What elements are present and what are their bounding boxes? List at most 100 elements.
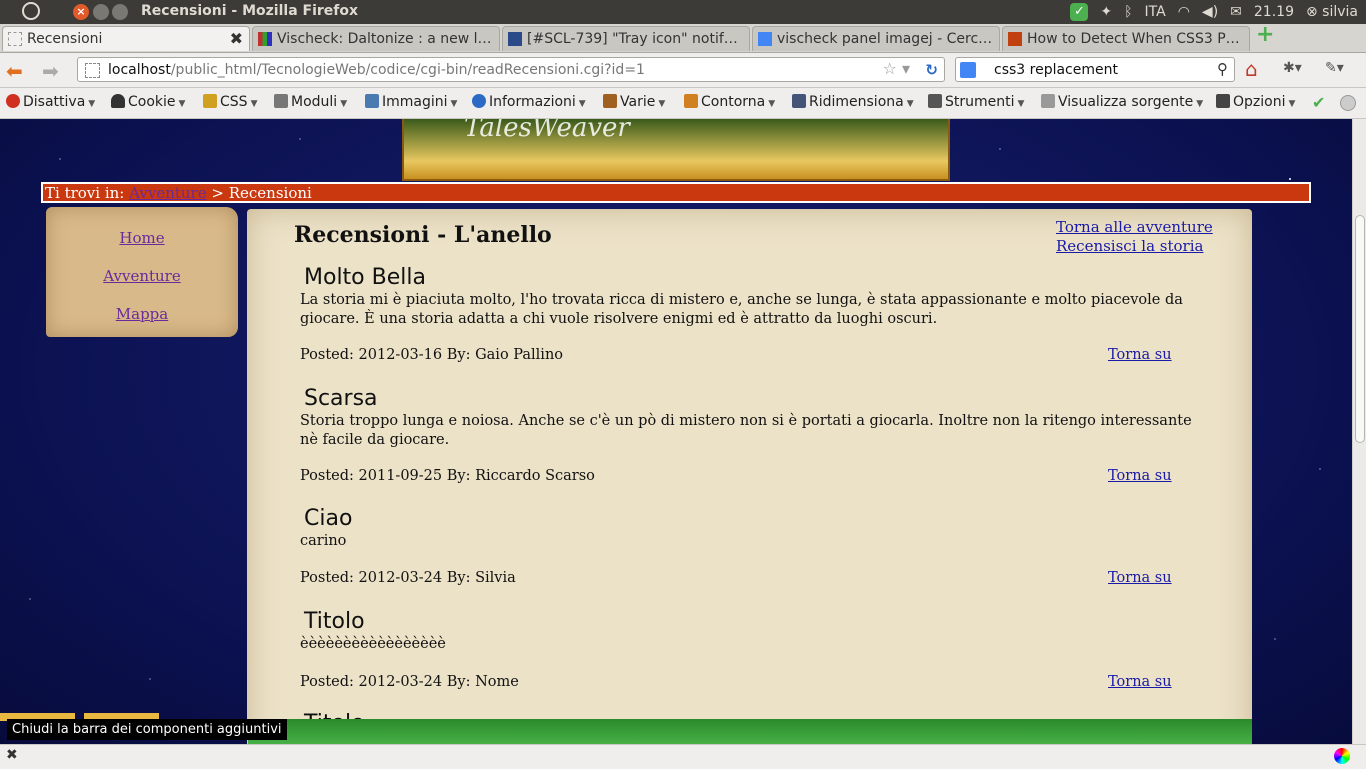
addon-bar: ✖ (0, 744, 1366, 769)
top-links: Torna alle avventure Recensisci la stori… (1056, 218, 1213, 256)
eyedropper-icon[interactable]: ✎▾ (1325, 60, 1344, 76)
ubuntu-logo-icon[interactable] (22, 2, 40, 20)
close-addon-bar-icon[interactable]: ✖ (6, 747, 18, 763)
color-wheel-icon[interactable] (1334, 748, 1350, 764)
vertical-scrollbar[interactable] (1352, 119, 1366, 744)
review-body: Storia troppo lunga e noiosa. Anche se c… (300, 413, 1192, 448)
back-to-adventures-link[interactable]: Torna alle avventure (1056, 218, 1213, 237)
bluetooth-icon[interactable]: ᛒ (1124, 4, 1132, 20)
home-icon[interactable]: ⌂ (1245, 57, 1258, 81)
back-arrow-icon[interactable]: ⬅ (6, 59, 23, 83)
chevron-down-icon: ▼ (1288, 99, 1296, 109)
wifi-icon[interactable]: ◠ (1178, 4, 1190, 20)
back-to-top-link[interactable]: Torna su (1108, 674, 1172, 690)
chevron-down-icon: ▼ (658, 99, 666, 109)
devbar-strumenti[interactable]: Strumenti ▼ (928, 94, 1024, 110)
navigation-bar: ⬅ ➡ localhost/public_html/TecnologieWeb/… (0, 53, 1366, 88)
nav-link-home[interactable]: Home (46, 229, 238, 247)
forward-arrow-icon[interactable]: ➡ (42, 59, 59, 83)
nav-link-avventure[interactable]: Avventure (46, 267, 238, 285)
devbar-opzioni[interactable]: Opzioni ▼ (1216, 94, 1295, 110)
reviews-panel: Recensioni - L'anello Torna alle avventu… (247, 209, 1252, 744)
status-dot-icon[interactable] (1340, 95, 1356, 111)
review-item: Molto Bella La storia mi è piaciuta molt… (300, 265, 1210, 363)
google-engine-icon[interactable] (960, 62, 976, 78)
review-title: Ciao (304, 506, 353, 531)
disable-icon (6, 94, 20, 108)
tab-scl-739[interactable]: [#SCL-739] "Tray icon" notif… (502, 26, 750, 51)
side-navigation: Home Avventure Mappa (46, 207, 238, 337)
checkmark-app-icon[interactable]: ✓ (1070, 3, 1089, 21)
scrollbar-thumb[interactable] (1355, 215, 1365, 443)
page-viewport: TalesWeaver Ti trovi in: Avventure > Rec… (0, 119, 1352, 744)
tab-recensioni[interactable]: Recensioni ✖ (2, 26, 250, 51)
back-to-top-link[interactable]: Torna su (1108, 570, 1172, 586)
mail-icon[interactable]: ✉ (1230, 4, 1242, 20)
devbar-css[interactable]: CSS ▼ (203, 94, 257, 110)
bookmark-star-icon[interactable]: ☆ ▾ (883, 59, 910, 78)
devbar-label: CSS (220, 94, 248, 110)
devbar-disattiva[interactable]: Disattiva ▼ (6, 94, 95, 110)
devbar-varie[interactable]: Varie ▼ (603, 94, 665, 110)
chevron-down-icon: ▼ (578, 99, 586, 109)
review-meta: Posted: 2011-09-25 By: Riccardo Scarso (300, 468, 595, 484)
search-bar[interactable]: css3 replacement ⚲ (955, 57, 1235, 82)
review-title: Molto Bella (304, 265, 426, 290)
dropbox-icon[interactable]: ✦ (1100, 4, 1112, 20)
review-title: Titolo (304, 609, 365, 634)
window-close-button[interactable]: × (73, 4, 89, 20)
devbar-ridimensiona[interactable]: Ridimensiona ▼ (792, 94, 914, 110)
window-minimize-button[interactable] (93, 4, 109, 20)
devbar-contorna[interactable]: Contorna ▼ (684, 94, 775, 110)
system-tray: ✓ ✦ ᛒ ITA ◠ ◀) ✉ 21.19 ⊗ silvia (1070, 3, 1358, 21)
devbar-visualizza-sorgente[interactable]: Visualizza sorgente ▼ (1041, 94, 1203, 110)
url-bar[interactable]: localhost/public_html/TecnologieWeb/codi… (77, 57, 945, 82)
misc-icon (603, 94, 617, 108)
addon-spider-icon[interactable]: ✱▾ (1283, 60, 1302, 76)
search-input[interactable]: css3 replacement (994, 62, 1118, 78)
chevron-down-icon: ▼ (250, 99, 258, 109)
search-icon[interactable]: ⚲ (1217, 60, 1228, 78)
chevron-down-icon: ▼ (1196, 99, 1204, 109)
back-to-top-link[interactable]: Torna su (1108, 468, 1172, 484)
clock[interactable]: 21.19 (1254, 4, 1294, 20)
tab-vischeck[interactable]: Vischeck: Daltonize : a new l… (252, 26, 500, 51)
options-icon (1216, 94, 1230, 108)
window-maximize-button[interactable] (112, 4, 128, 20)
resize-icon (792, 94, 806, 108)
images-icon (365, 94, 379, 108)
review-body: carino (300, 533, 347, 549)
breadcrumb-link-avventure[interactable]: Avventure (129, 184, 206, 202)
jira-favicon-icon (508, 32, 522, 46)
devbar-cookie[interactable]: Cookie ▼ (111, 94, 185, 110)
breadcrumb: Ti trovi in: Avventure > Recensioni (41, 182, 1311, 203)
devbar-label: Immagini (382, 94, 448, 110)
banner-title: TalesWeaver (464, 119, 630, 143)
new-tab-button[interactable]: + (1256, 24, 1276, 46)
tab-css3-detect[interactable]: How to Detect When CSS3 P… (1002, 26, 1250, 51)
breadcrumb-separator: > (211, 184, 224, 202)
keyboard-indicator[interactable]: ITA (1145, 4, 1166, 20)
devbar-informazioni[interactable]: Informazioni ▼ (472, 94, 586, 110)
back-to-top-link[interactable]: Torna su (1108, 347, 1172, 363)
chevron-down-icon: ▼ (768, 99, 776, 109)
nav-link-mappa[interactable]: Mappa (46, 305, 238, 323)
reload-icon[interactable]: ↻ (925, 61, 938, 79)
tab-label: [#SCL-739] "Tray icon" notif… (527, 31, 738, 47)
info-icon (472, 94, 486, 108)
review-item: Titolo èèèèèèèèèèèèèèèèè Posted: 2012-03… (300, 609, 1210, 690)
page-identity-icon[interactable] (85, 63, 100, 78)
volume-icon[interactable]: ◀) (1202, 4, 1218, 20)
devbar-label: Visualizza sorgente (1058, 94, 1194, 110)
review-meta: Posted: 2012-03-16 By: Gaio Pallino (300, 347, 564, 363)
window-title: Recensioni - Mozilla Firefox (141, 3, 359, 19)
google-favicon-icon (758, 32, 772, 46)
tab-close-icon[interactable]: ✖ (230, 29, 243, 48)
write-review-link[interactable]: Recensisci la storia (1056, 237, 1213, 256)
user-menu[interactable]: ⊗ silvia (1306, 4, 1358, 20)
devbar-immagini[interactable]: Immagini ▼ (365, 94, 457, 110)
validation-check-icon[interactable]: ✔ (1312, 93, 1325, 112)
tab-google-search[interactable]: vischeck panel imagej - Cerc… (752, 26, 1000, 51)
devbar-moduli[interactable]: Moduli ▼ (274, 94, 347, 110)
tab-label: Vischeck: Daltonize : a new l… (277, 31, 492, 47)
